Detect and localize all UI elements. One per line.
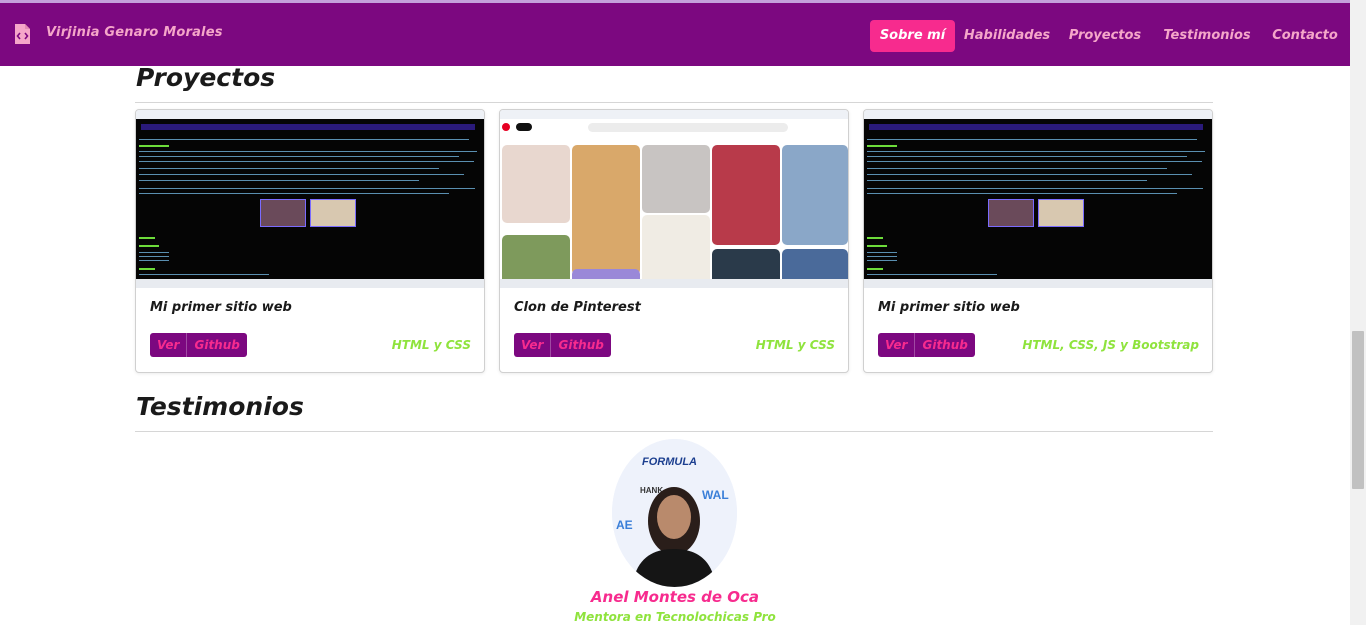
ver-button[interactable]: Ver <box>514 333 551 357</box>
ver-button[interactable]: Ver <box>150 333 187 357</box>
project-card: Mi primer sitio web Ver Github HTML y CS… <box>135 109 485 373</box>
project-buttons: Ver Github <box>150 333 247 357</box>
projects-title: Proyectos <box>136 63 276 92</box>
nav-testimonios[interactable]: Testimonios <box>1160 20 1254 52</box>
project-buttons: Ver Github <box>514 333 611 357</box>
scrollbar-thumb[interactable] <box>1352 331 1364 489</box>
ver-button[interactable]: Ver <box>878 333 915 357</box>
brand-name[interactable]: Virjinia Genaro Morales <box>46 25 223 40</box>
code-file-icon[interactable] <box>14 23 31 45</box>
testimonial-name: Anel Montes de Oca <box>590 588 760 606</box>
project-title: Mi primer sitio web <box>150 300 292 315</box>
project-title: Clon de Pinterest <box>514 300 641 315</box>
project-card: Mi primer sitio web Ver Github HTML, CSS… <box>863 109 1213 373</box>
testimonials-divider <box>135 431 1213 432</box>
nav-habilidades[interactable]: Habilidades <box>962 20 1052 52</box>
github-button[interactable]: Github <box>550 333 611 357</box>
testimonials-title: Testimonios <box>136 392 304 421</box>
nav-sobre-mi[interactable]: Sobre mí <box>870 20 955 52</box>
navbar: Virjinia Genaro Morales Sobre mí Habilid… <box>0 3 1350 66</box>
svg-text:WAL: WAL <box>702 488 729 502</box>
nav-proyectos[interactable]: Proyectos <box>1064 20 1146 52</box>
nav-contacto[interactable]: Contacto <box>1268 20 1342 52</box>
project-title: Mi primer sitio web <box>878 300 1020 315</box>
project-tech: HTML y CSS <box>391 338 471 352</box>
project-screenshot <box>500 110 848 288</box>
projects-divider <box>135 102 1213 103</box>
github-button[interactable]: Github <box>186 333 247 357</box>
project-screenshot <box>864 110 1212 288</box>
avatar-photo: FORMULA WAL AE HANK <box>612 439 737 587</box>
testimonial-role: Mentora en Tecnolochicas Pro <box>574 610 776 624</box>
project-buttons: Ver Github <box>878 333 975 357</box>
project-screenshot <box>136 110 484 288</box>
svg-text:AE: AE <box>616 518 633 532</box>
testimonial-avatar: FORMULA WAL AE HANK <box>612 439 737 587</box>
project-card: Clon de Pinterest Ver Github HTML y CSS <box>499 109 849 373</box>
github-button[interactable]: Github <box>914 333 975 357</box>
scrollbar-track[interactable] <box>1350 0 1366 625</box>
project-tech: HTML, CSS, JS y Bootstrap <box>1022 338 1199 352</box>
svg-text:FORMULA: FORMULA <box>642 456 697 468</box>
project-tech: HTML y CSS <box>755 338 835 352</box>
